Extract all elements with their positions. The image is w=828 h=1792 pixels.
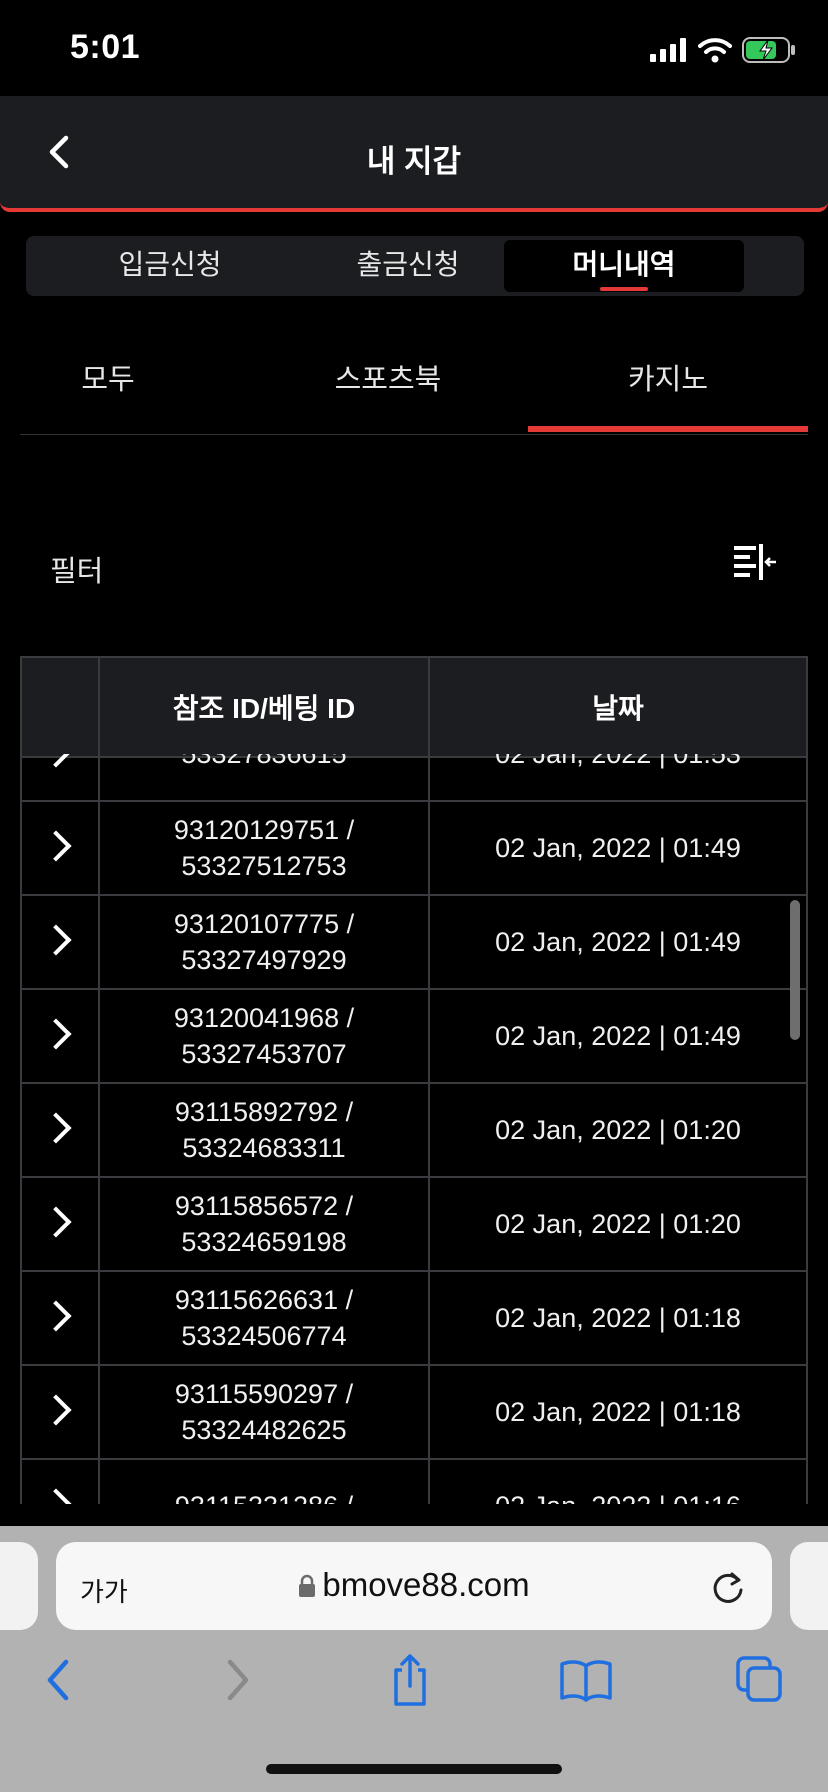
column-header-date: 날짜 [428, 656, 808, 758]
subtab-all[interactable]: 모두 [0, 356, 238, 398]
app-header: 내 지갑 [0, 96, 828, 212]
browser-back-button[interactable] [30, 1652, 90, 1708]
reference-bet-id-cell: 93120107775 /53327497929 [98, 894, 430, 990]
browser-forward-button[interactable] [206, 1652, 266, 1708]
tab-label: 출금신청 [356, 249, 460, 280]
date-cell: 02 Jan, 2022 | 01:49 [428, 988, 808, 1084]
reference-bet-id-cell: 93115626631 /53324506774 [98, 1270, 430, 1366]
table-row[interactable]: 53327836615 02 Jan, 2022 | 01:53 [20, 754, 808, 802]
reload-button[interactable] [708, 1568, 748, 1608]
expand-row-button[interactable] [20, 894, 100, 990]
chevron-right-icon [40, 924, 72, 956]
table-row[interactable]: 93115331286 / 02 Jan, 2022 | 01:16 [20, 1458, 808, 1504]
expand-row-button[interactable] [20, 1364, 100, 1460]
reload-icon [713, 1572, 743, 1603]
url-display[interactable]: bmove88.com [0, 1566, 828, 1604]
table-row[interactable]: 93115590297 /53324482625 02 Jan, 2022 | … [20, 1364, 808, 1460]
date-cell: 02 Jan, 2022 | 01:20 [428, 1082, 808, 1178]
subtab-label: 스포츠북 [334, 364, 442, 396]
subtab-label: 카지노 [627, 364, 709, 396]
date-cell: 02 Jan, 2022 | 01:20 [428, 1176, 808, 1272]
filter-collapse-icon [734, 544, 776, 580]
table-row[interactable]: 93115626631 /53324506774 02 Jan, 2022 | … [20, 1270, 808, 1366]
expand-row-button[interactable] [20, 800, 100, 896]
chevron-right-icon [40, 1206, 72, 1238]
reference-bet-id-cell: 53327836615 [98, 754, 430, 802]
status-time: 5:01 [70, 28, 141, 66]
subtab-divider [20, 434, 808, 435]
share-button[interactable] [380, 1652, 440, 1708]
tabs-icon [736, 1656, 782, 1702]
chevron-right-icon [40, 754, 72, 768]
expand-row-button[interactable] [20, 1082, 100, 1178]
url-text: bmove88.com [322, 1566, 530, 1603]
reference-bet-id-cell: 93115892792 /53324683311 [98, 1082, 430, 1178]
date-cell: 02 Jan, 2022 | 01:18 [428, 1270, 808, 1366]
subtab-active-indicator [528, 426, 808, 432]
subtab-label: 모두 [81, 364, 135, 396]
reference-bet-id-cell: 93115856572 /53324659198 [98, 1176, 430, 1272]
share-icon [394, 1654, 426, 1706]
column-header-id: 참조 ID/베팅 ID [98, 656, 430, 758]
date-cell: 02 Jan, 2022 | 01:16 [428, 1458, 808, 1504]
date-cell: 02 Jan, 2022 | 01:49 [428, 800, 808, 896]
expand-row-button[interactable] [20, 754, 100, 802]
tabs-button[interactable] [732, 1652, 792, 1708]
table-row[interactable]: 93120041968 /53327453707 02 Jan, 2022 | … [20, 988, 808, 1084]
home-indicator [266, 1764, 562, 1774]
bookmarks-button[interactable] [556, 1652, 616, 1708]
expand-row-button[interactable] [20, 1458, 100, 1504]
table-scrollbar[interactable] [790, 900, 800, 1040]
reference-bet-id-cell: 93120129751 /53327512753 [98, 800, 430, 896]
table-row[interactable]: 93120129751 /53327512753 02 Jan, 2022 | … [20, 800, 808, 896]
chevron-right-icon [40, 830, 72, 862]
table-row[interactable]: 93115856572 /53324659198 02 Jan, 2022 | … [20, 1176, 808, 1272]
chevron-left-icon [47, 1659, 69, 1701]
expand-row-button[interactable] [20, 1176, 100, 1272]
tab-withdrawal-request[interactable]: 출금신청 [288, 240, 528, 292]
table-body: 53327836615 02 Jan, 2022 | 01:53 9312012… [20, 754, 808, 1504]
subtab-casino[interactable]: 카지노 [538, 356, 798, 398]
date-cell: 02 Jan, 2022 | 01:18 [428, 1364, 808, 1460]
chevron-right-icon [227, 1659, 249, 1701]
page-title: 내 지갑 [366, 144, 462, 179]
battery-charging-icon [742, 37, 795, 63]
book-icon [560, 1660, 612, 1702]
chevron-right-icon [40, 1018, 72, 1050]
filter-label: 필터 [50, 556, 104, 588]
reference-bet-id-cell: 93115331286 / [98, 1458, 430, 1504]
chevron-right-icon [40, 1488, 72, 1504]
column-header-expand [20, 656, 100, 758]
tab-deposit-request[interactable]: 입금신청 [50, 240, 290, 292]
active-tab-indicator [600, 287, 648, 291]
chevron-right-icon [40, 1300, 72, 1332]
table-header: 참조 ID/베팅 ID 날짜 [20, 656, 808, 758]
reference-bet-id-cell: 93115590297 /53324482625 [98, 1364, 430, 1460]
status-icons [650, 34, 796, 66]
chevron-right-icon [40, 1112, 72, 1144]
filter-toggle-button[interactable] [732, 542, 778, 586]
table-row[interactable]: 93115892792 /53324683311 02 Jan, 2022 | … [20, 1082, 808, 1178]
lock-icon [299, 1574, 316, 1597]
cellular-signal-icon [650, 38, 686, 62]
table-row[interactable]: 93120107775 /53327497929 02 Jan, 2022 | … [20, 894, 808, 990]
money-history-table: 참조 ID/베팅 ID 날짜 53327836615 02 Jan, 2022 … [20, 656, 808, 1504]
wallet-segment-tabs: 입금신청 출금신청 머니내역 [26, 236, 804, 296]
date-cell: 02 Jan, 2022 | 01:49 [428, 894, 808, 990]
wifi-icon [698, 38, 732, 63]
reference-bet-id-cell: 93120041968 /53327453707 [98, 988, 430, 1084]
expand-row-button[interactable] [20, 1270, 100, 1366]
tab-label: 입금신청 [118, 249, 222, 280]
tab-label: 머니내역 [572, 249, 676, 280]
date-cell: 02 Jan, 2022 | 01:53 [428, 754, 808, 802]
expand-row-button[interactable] [20, 988, 100, 1084]
tab-money-history[interactable]: 머니내역 [504, 240, 744, 292]
subtab-sportsbook[interactable]: 스포츠북 [258, 356, 518, 398]
chevron-right-icon [40, 1394, 72, 1426]
table-body-scroll[interactable]: 53327836615 02 Jan, 2022 | 01:53 9312012… [20, 754, 808, 1504]
